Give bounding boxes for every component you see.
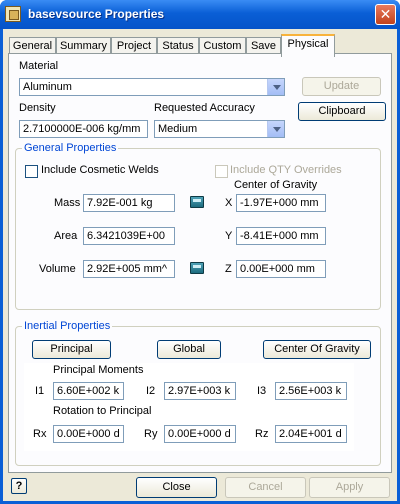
document-icon xyxy=(5,6,21,22)
cog-x-field[interactable]: -1.97E+000 mm xyxy=(236,194,326,212)
inertial-properties-title: Inertial Properties xyxy=(22,320,113,332)
volume-label: Volume xyxy=(39,263,76,275)
principal-moments-title: Principal Moments xyxy=(53,364,144,376)
update-button[interactable]: Update xyxy=(302,77,381,96)
i3-label: I3 xyxy=(257,385,267,397)
i2-label: I2 xyxy=(146,385,156,397)
help-button[interactable]: ? xyxy=(11,478,27,494)
accuracy-value: Medium xyxy=(158,123,198,135)
density-label: Density xyxy=(19,102,56,114)
density-value: 2.7100000E-006 kg/mm xyxy=(23,123,141,135)
i1-label: I1 xyxy=(35,385,45,397)
cog-x-value: -1.97E+000 mm xyxy=(240,197,319,209)
dialog-client: General Summary Project Status Custom Sa… xyxy=(3,29,397,501)
cog-x-label: X xyxy=(225,197,233,209)
qty-overrides-label: Include QTY Overrides xyxy=(230,164,342,176)
mass-field[interactable]: 7.92E-001 kg xyxy=(83,194,175,212)
general-properties-group: General Properties Include Cosmetic Weld… xyxy=(15,142,381,310)
material-select[interactable]: Aluminum xyxy=(19,78,285,96)
area-label: Area xyxy=(54,230,78,242)
center-of-gravity-button[interactable]: Center Of Gravity xyxy=(263,340,371,359)
cog-z-field[interactable]: 0.00E+000 mm xyxy=(236,260,326,278)
rz-field[interactable]: 2.04E+001 d xyxy=(275,425,347,443)
rz-value: 2.04E+001 d xyxy=(279,428,342,440)
calculator-icon[interactable] xyxy=(190,196,204,208)
ry-label: Ry xyxy=(144,428,158,440)
mass-label: Mass xyxy=(54,197,81,209)
i1-value: 6.60E+002 k xyxy=(57,385,120,397)
material-value: Aluminum xyxy=(23,81,72,93)
principal-button[interactable]: Principal xyxy=(32,340,111,359)
cosmetic-welds-label: Include Cosmetic Welds xyxy=(41,164,159,176)
volume-field[interactable]: 2.92E+005 mm^ xyxy=(83,260,175,278)
i3-field[interactable]: 2.56E+003 k xyxy=(275,382,347,400)
i1-field[interactable]: 6.60E+002 k xyxy=(53,382,124,400)
ry-field[interactable]: 0.00E+000 d xyxy=(164,425,236,443)
global-button[interactable]: Global xyxy=(157,340,221,359)
inertial-properties-group: Inertial Properties Principal Global Cen… xyxy=(15,320,381,466)
physical-panel: Material Aluminum Update Density 2.71000… xyxy=(8,53,392,473)
calculator-icon[interactable] xyxy=(190,262,204,274)
accuracy-label: Requested Accuracy xyxy=(154,102,255,114)
cancel-button[interactable]: Cancel xyxy=(225,477,306,498)
volume-value: 2.92E+005 mm^ xyxy=(87,263,168,275)
i2-value: 2.97E+003 k xyxy=(168,385,231,397)
tab-physical[interactable]: Physical xyxy=(281,34,335,57)
title-bar[interactable]: basevsource Properties ✕ xyxy=(0,0,400,29)
accuracy-select[interactable]: Medium xyxy=(154,120,285,138)
center-of-gravity-title: Center of Gravity xyxy=(234,179,318,191)
ry-value: 0.00E+000 d xyxy=(168,428,231,440)
close-window-button[interactable]: ✕ xyxy=(375,4,396,25)
mass-value: 7.92E-001 kg xyxy=(87,197,153,209)
cog-z-label: Z xyxy=(225,263,232,275)
window-title: basevsource Properties xyxy=(28,7,165,21)
i2-field[interactable]: 2.97E+003 k xyxy=(164,382,236,400)
rx-value: 0.00E+000 d xyxy=(57,428,120,440)
clipboard-button[interactable]: Clipboard xyxy=(298,102,386,121)
chevron-down-icon[interactable] xyxy=(267,121,284,137)
chevron-down-icon[interactable] xyxy=(267,79,284,95)
rz-label: Rz xyxy=(255,428,269,440)
cog-z-value: 0.00E+000 mm xyxy=(240,263,315,275)
cog-y-value: -8.41E+000 mm xyxy=(240,230,319,242)
material-label: Material xyxy=(19,60,59,72)
area-value: 6.3421039E+00 xyxy=(87,230,165,242)
i3-value: 2.56E+003 k xyxy=(279,385,342,397)
general-properties-title: General Properties xyxy=(22,142,119,154)
rx-field[interactable]: 0.00E+000 d xyxy=(53,425,124,443)
cog-y-field[interactable]: -8.41E+000 mm xyxy=(236,227,326,245)
rotation-title: Rotation to Principal xyxy=(53,405,152,417)
close-button[interactable]: Close xyxy=(136,477,217,498)
area-field[interactable]: 6.3421039E+00 xyxy=(83,227,175,245)
cog-y-label: Y xyxy=(225,230,233,242)
cosmetic-welds-checkbox[interactable] xyxy=(25,165,38,178)
density-field[interactable]: 2.7100000E-006 kg/mm xyxy=(19,120,148,138)
qty-overrides-checkbox[interactable] xyxy=(215,165,228,178)
apply-button[interactable]: Apply xyxy=(309,477,390,498)
rx-label: Rx xyxy=(33,428,47,440)
properties-window: basevsource Properties ✕ General Summary… xyxy=(0,0,400,504)
